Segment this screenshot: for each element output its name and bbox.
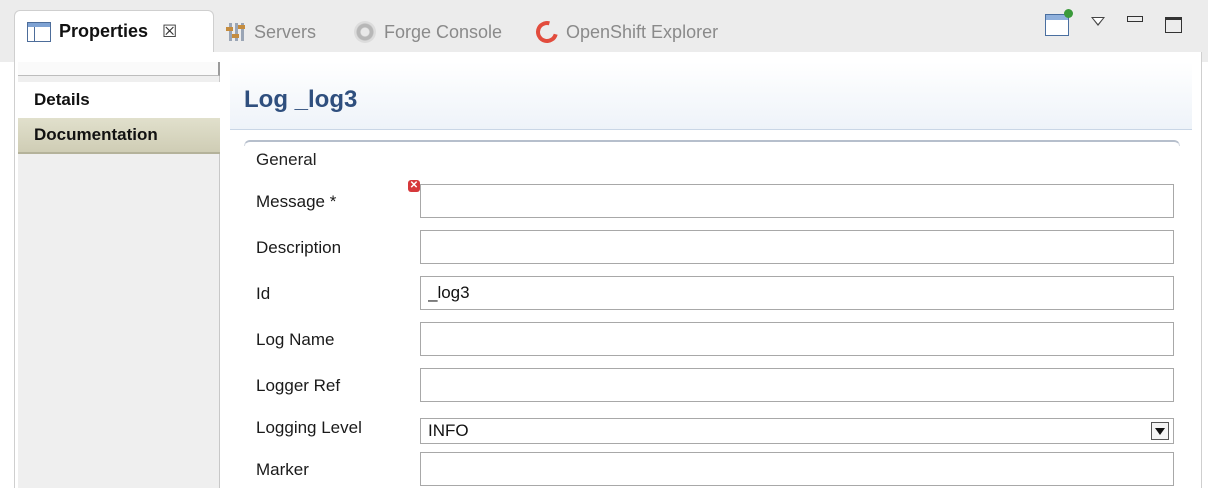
id-field[interactable]	[420, 276, 1174, 310]
description-label: Description	[256, 238, 342, 257]
id-label: Id	[256, 284, 271, 303]
minimize-icon[interactable]	[1127, 16, 1143, 22]
properties-sidebar: Details Documentation	[18, 62, 220, 488]
tab-forge-console[interactable]: Forge Console	[354, 12, 502, 52]
tab-openshift-explorer[interactable]: OpenShift Explorer	[531, 12, 719, 52]
sidebar-item-documentation[interactable]: Documentation	[18, 118, 220, 154]
chevron-down-icon[interactable]	[1151, 422, 1169, 440]
view-toolbar	[1045, 9, 1182, 36]
marker-label: Marker	[256, 460, 309, 479]
log-name-label: Log Name	[256, 330, 335, 349]
properties-icon	[27, 21, 51, 42]
view-menu-icon[interactable]	[1091, 16, 1105, 26]
sidebar-item-label: Details	[34, 90, 90, 109]
details-panel: Log _log3 General Message * ✕ Descriptio…	[230, 62, 1192, 488]
close-icon[interactable]: ☒	[162, 22, 177, 42]
tab-servers-label: Servers	[254, 21, 317, 42]
description-row: Description	[256, 230, 1176, 266]
message-label: Message *	[256, 192, 337, 211]
page-title: Log _log3	[244, 86, 358, 113]
logger-ref-row: Logger Ref	[256, 368, 1176, 404]
forge-console-icon	[354, 21, 376, 43]
id-row: Id	[256, 276, 1176, 312]
tab-properties[interactable]: Properties ☒	[14, 10, 214, 52]
logging-level-select[interactable]: INFO	[420, 418, 1174, 444]
logger-ref-field[interactable]	[420, 368, 1174, 402]
tab-servers[interactable]: Servers	[226, 12, 316, 52]
marker-field[interactable]	[420, 452, 1174, 486]
message-field[interactable]	[420, 184, 1174, 218]
description-field[interactable]	[420, 230, 1174, 264]
tab-properties-label: Properties	[59, 21, 149, 41]
title-bar: Log _log3	[230, 62, 1192, 130]
logging-level-label: Logging Level	[256, 418, 362, 437]
servers-icon	[226, 22, 246, 42]
tab-openshift-explorer-label: OpenShift Explorer	[566, 21, 719, 42]
logger-ref-label: Logger Ref	[256, 376, 341, 395]
logging-level-row: Logging Level INFO	[256, 414, 1176, 450]
sidebar-item-label: Documentation	[34, 125, 158, 144]
section-divider	[244, 140, 1180, 146]
log-name-row: Log Name	[256, 322, 1176, 358]
message-row: Message * ✕	[256, 180, 1176, 220]
sidebar-header	[18, 62, 220, 76]
tab-forge-console-label: Forge Console	[384, 21, 503, 42]
maximize-icon[interactable]	[1165, 17, 1182, 33]
error-icon: ✕	[408, 180, 420, 192]
sidebar-item-details[interactable]: Details	[18, 82, 220, 118]
log-name-field[interactable]	[420, 322, 1174, 356]
pin-view-icon[interactable]	[1045, 9, 1073, 36]
section-title: General	[256, 150, 317, 169]
marker-row: Marker	[256, 452, 1176, 488]
logging-level-value: INFO	[428, 421, 469, 440]
openshift-icon	[531, 16, 563, 48]
